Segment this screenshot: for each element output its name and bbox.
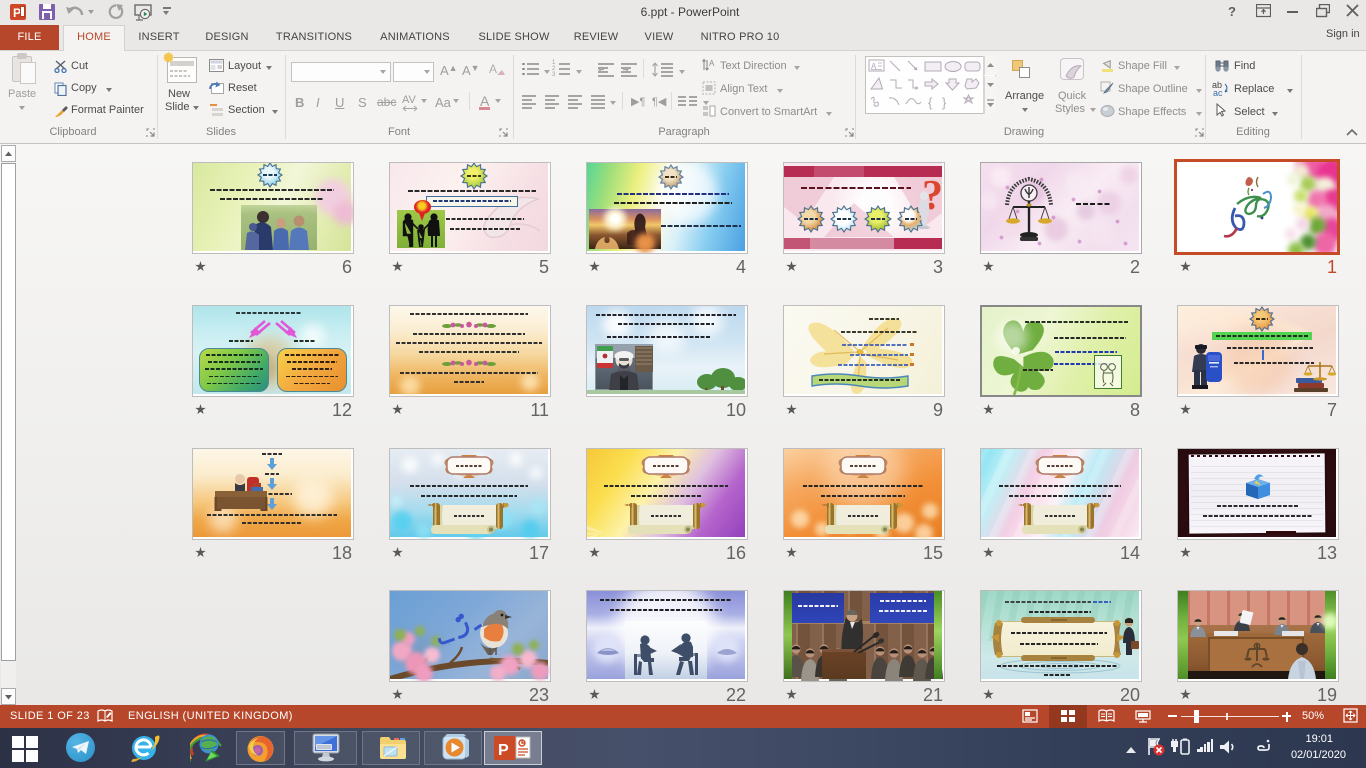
svg-text:}: }: [942, 95, 947, 110]
svg-text:{: {: [928, 95, 933, 110]
svg-text:A: A: [709, 59, 715, 68]
svg-text:P: P: [498, 742, 509, 759]
svg-text:ac: ac: [1213, 88, 1223, 96]
svg-text:A: A: [489, 62, 497, 76]
